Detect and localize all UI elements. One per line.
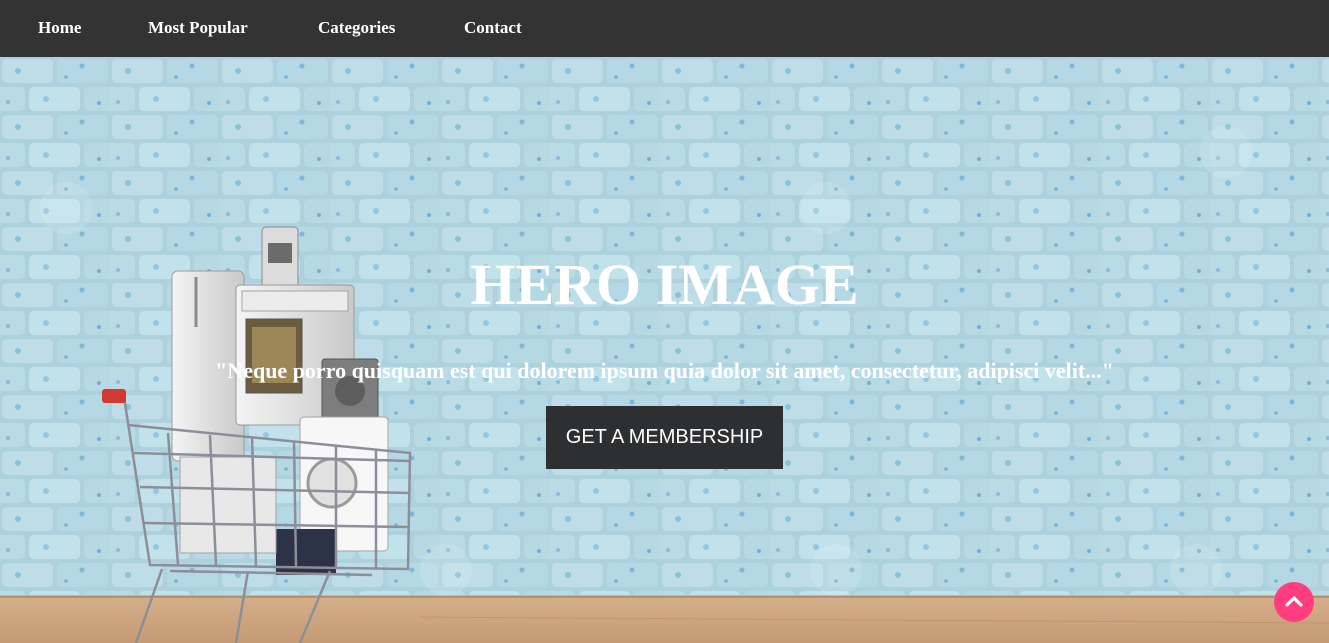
nav-contact-link[interactable]: Contact (464, 18, 522, 38)
hero-quote: "Neque porro quisquam est qui dolorem ip… (215, 358, 1114, 383)
cart-handle (102, 389, 126, 403)
get-membership-button[interactable]: GET A MEMBERSHIP (546, 406, 783, 469)
nav-home-link[interactable]: Home (38, 18, 81, 38)
hero-title: HERO IMAGE (470, 252, 859, 317)
top-navbar: Home Most Popular Categories Contact (0, 0, 1329, 57)
scroll-to-top-button[interactable] (1274, 582, 1314, 622)
hero-section: HERO IMAGE "Neque porro quisquam est qui… (0, 57, 1329, 643)
nav-most-popular-link[interactable]: Most Popular (148, 18, 248, 38)
hero-background-image (0, 57, 1329, 643)
chevron-up-icon (1285, 596, 1303, 607)
nav-categories-link[interactable]: Categories (318, 18, 395, 38)
